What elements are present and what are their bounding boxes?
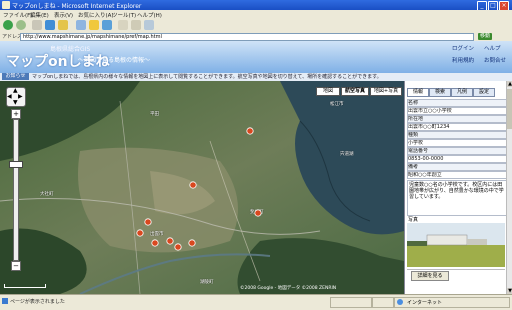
zoom-out-button[interactable]: −: [11, 261, 21, 271]
zoom-in-button[interactable]: +: [11, 109, 21, 119]
zoom-slider-track[interactable]: [13, 119, 19, 261]
pan-control[interactable]: ▲ ◀ ▶ ▼: [6, 87, 26, 107]
zoom-slider-handle[interactable]: [9, 161, 23, 168]
sidebar-scrollbar[interactable]: ▲ ▼: [506, 81, 512, 294]
field-label: 種類: [407, 131, 507, 139]
map-type-map[interactable]: 地図: [316, 87, 340, 96]
history-icon[interactable]: [102, 20, 112, 30]
map-marker-icon[interactable]: [151, 239, 159, 247]
tab-settings[interactable]: 設定: [473, 88, 495, 97]
notice-button[interactable]: お知らせ: [2, 73, 29, 80]
site-catchphrase: 〜地図で見る島根の情報〜: [78, 57, 151, 64]
pan-right-icon[interactable]: ▶: [18, 93, 23, 100]
status-cell: [330, 297, 372, 308]
map-marker-icon[interactable]: [188, 239, 196, 247]
terms-link[interactable]: 利用規約: [452, 56, 474, 64]
scroll-thumb[interactable]: [507, 89, 512, 129]
login-link[interactable]: ログイン: [452, 44, 474, 52]
place-label: 湖陵町: [200, 280, 214, 285]
pan-up-icon[interactable]: ▲: [13, 87, 18, 94]
field-label: 名称: [407, 99, 507, 107]
field-label: 所在地: [407, 115, 507, 123]
photo-caption: 写真: [408, 217, 419, 223]
info-sidebar: 情報 検索 凡例 設定 名称 出雲市立○○小学校 所在地 出雲市○○町1234 …: [404, 81, 507, 294]
field-label: 備考: [407, 163, 507, 171]
place-label: 宍道湖: [340, 152, 354, 157]
field-value: 出雲市立○○小学校: [407, 107, 507, 115]
map-marker-icon[interactable]: [166, 237, 174, 245]
map-marker-icon[interactable]: [144, 218, 152, 226]
browser-title-bar: マップonしまね - Microsoft Internet Explorer _…: [0, 0, 512, 11]
field-value: 出雲市○○町1234: [407, 123, 507, 131]
edit-icon[interactable]: [144, 20, 154, 30]
map-attribution: ©2008 Google - 地図データ ©2008 ZENRIN: [240, 286, 337, 291]
map-marker-icon[interactable]: [136, 229, 144, 237]
map-type-satellite[interactable]: 航空写真: [341, 87, 369, 96]
help-link[interactable]: ヘルプ: [484, 44, 501, 52]
back-icon[interactable]: [3, 20, 13, 30]
field-value: 昭和○○年創立: [407, 171, 507, 179]
forward-icon[interactable]: [16, 20, 26, 30]
search-icon[interactable]: [76, 20, 86, 30]
field-value: 小学校: [407, 139, 507, 147]
globe-icon: [397, 299, 403, 305]
scroll-up-icon[interactable]: ▲: [507, 81, 512, 87]
browser-status-bar: ページが表示されました インターネット: [0, 294, 512, 310]
map-type-hybrid[interactable]: 地図+写真: [370, 87, 402, 96]
pan-down-icon[interactable]: ▼: [13, 99, 18, 106]
zone-text: インターネット: [407, 300, 443, 306]
scale-bar: [4, 284, 46, 288]
tab-info[interactable]: 情報: [407, 88, 429, 97]
place-label: 出雲市: [150, 232, 164, 237]
map-canvas[interactable]: ▲ ◀ ▶ ▼ + − 地図 航空写真 地図+写真 出雲市 斐川町 宍道湖 平田…: [0, 81, 404, 294]
map-marker-icon[interactable]: [189, 181, 197, 189]
refresh-icon[interactable]: [45, 20, 55, 30]
facility-photo: [407, 223, 505, 267]
tab-search[interactable]: 検索: [429, 88, 451, 97]
browser-title: マップonしまね - Microsoft Internet Explorer: [12, 3, 142, 10]
description-text: 児童数○○名の小学校です。校区内には田園地帯が広がり、自然豊かな環境の中で学習し…: [407, 180, 507, 216]
place-label: 平田: [150, 112, 159, 117]
zone-cell: インターネット: [394, 297, 510, 308]
browser-toolbar: [0, 18, 512, 33]
favorites-icon[interactable]: [89, 20, 99, 30]
map-marker-icon[interactable]: [246, 127, 254, 135]
ticker-text: マップonしまねでは、島根県内の様々な情報を地図上に表示して閲覧することができま…: [32, 74, 382, 80]
map-marker-icon[interactable]: [254, 209, 262, 217]
aerial-imagery: [0, 81, 404, 294]
home-icon[interactable]: [58, 20, 68, 30]
mail-icon[interactable]: [118, 20, 128, 30]
place-label: 大社町: [40, 192, 54, 197]
ie-icon: [2, 1, 10, 9]
status-text: ページが表示されました: [10, 299, 65, 305]
stop-icon[interactable]: [32, 20, 42, 30]
contact-link[interactable]: お問合せ: [484, 56, 506, 64]
page-icon: [2, 298, 8, 304]
field-value: 0853-00-0000: [407, 155, 507, 163]
pan-left-icon[interactable]: ◀: [7, 93, 12, 100]
go-button[interactable]: 移動: [478, 33, 492, 40]
place-label: 松江市: [330, 102, 344, 107]
address-input[interactable]: http://www.mapshimane.jp/mapshimane/pref…: [20, 33, 474, 41]
map-marker-icon[interactable]: [174, 243, 182, 251]
divider: [407, 269, 505, 270]
detail-button[interactable]: 詳細を見る: [411, 271, 449, 281]
site-header: 島根県総合GIS マップonしまね 〜地図で見る島根の情報〜 ログイン ヘルプ …: [0, 41, 512, 73]
status-cell: [372, 297, 394, 308]
field-label: 電話番号: [407, 147, 507, 155]
print-icon[interactable]: [131, 20, 141, 30]
tab-legend[interactable]: 凡例: [451, 88, 473, 97]
